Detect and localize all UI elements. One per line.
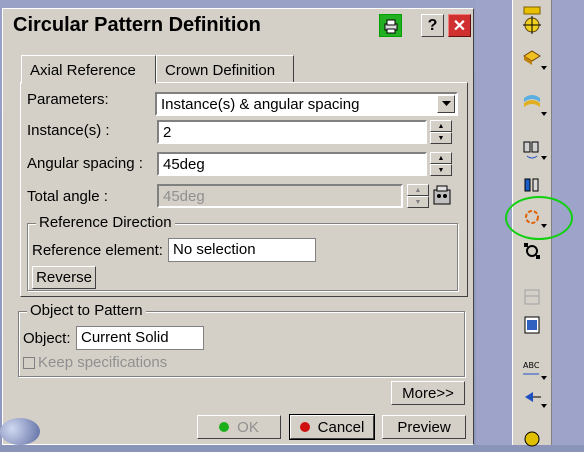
pocket-icon[interactable]	[519, 12, 545, 38]
chevron-down-icon[interactable]	[437, 95, 455, 113]
ok-dot-icon	[219, 422, 230, 432]
object-to-pattern-group: Object to Pattern Object: Current Solid …	[18, 302, 465, 377]
cancel-label: Cancel	[317, 418, 365, 436]
instances-field[interactable]: 2	[157, 120, 427, 144]
cancel-dot-icon	[299, 422, 310, 432]
instances-spinner[interactable]: ▲ ▼	[430, 120, 452, 144]
material-icon[interactable]	[519, 426, 545, 452]
spin-down-icon[interactable]: ▼	[430, 164, 452, 176]
parameters-label: Parameters:	[27, 91, 109, 108]
compass-icon	[0, 418, 40, 445]
reference-element-label: Reference element:	[32, 242, 163, 259]
more-button[interactable]: More>>	[391, 381, 465, 405]
total-angle-spinner: ▲ ▼	[407, 184, 429, 208]
mirror-icon[interactable]	[519, 88, 545, 114]
spin-down-icon: ▼	[407, 196, 429, 208]
reference-direction-group: Reference Direction Reference element: N…	[27, 214, 458, 291]
ok-button[interactable]: OK	[197, 415, 281, 439]
thickness-icon[interactable]	[519, 284, 545, 310]
reverse-button[interactable]: Reverse	[32, 266, 96, 289]
print-icon	[384, 19, 397, 33]
object-field[interactable]: Current Solid	[76, 326, 204, 350]
keep-specifications-checkbox[interactable]	[23, 357, 35, 369]
spin-down-icon[interactable]: ▼	[430, 132, 452, 144]
scale-icon[interactable]	[519, 238, 545, 264]
preview-button[interactable]: Preview	[382, 415, 466, 439]
title-bar: Circular Pattern Definition ? ✕	[3, 9, 473, 41]
close-button[interactable]: ✕	[448, 14, 471, 37]
object-label: Object:	[23, 330, 71, 347]
instances-label: Instance(s) :	[27, 122, 110, 139]
user-pattern-icon[interactable]	[519, 172, 545, 198]
ok-label: OK	[237, 418, 259, 436]
reference-element-field[interactable]: No selection	[168, 238, 316, 262]
help-button[interactable]: ?	[421, 14, 444, 37]
keep-specifications-label: Keep specifications	[38, 354, 168, 371]
svg-text:ABC: ABC	[523, 361, 540, 370]
spin-up-icon: ▲	[407, 184, 429, 196]
tab-crown-definition[interactable]: Crown Definition	[156, 55, 294, 83]
total-angle-field: 45deg	[157, 184, 403, 208]
reference-direction-title: Reference Direction	[36, 214, 175, 231]
circular-pattern-dialog: Circular Pattern Definition ? ✕ Axial Re…	[2, 8, 474, 445]
angular-spacing-field[interactable]: 45deg	[157, 152, 427, 176]
spin-up-icon[interactable]: ▲	[430, 152, 452, 164]
dialog-title: Circular Pattern Definition	[13, 14, 261, 36]
angular-spacing-label: Angular spacing :	[27, 155, 143, 172]
tab-axial-reference[interactable]: Axial Reference	[21, 55, 156, 84]
parameters-select-value: Instance(s) & angular spacing	[161, 96, 360, 113]
axial-reference-panel: Parameters: Instance(s) & angular spacin…	[20, 82, 468, 297]
cancel-button[interactable]: Cancel	[289, 414, 375, 440]
highlight-ellipse	[505, 196, 573, 240]
total-angle-label: Total angle :	[27, 188, 108, 205]
print-button[interactable]	[379, 14, 402, 37]
angular-spacing-spinner[interactable]: ▲ ▼	[430, 152, 452, 176]
annotation-icon[interactable]	[519, 312, 545, 338]
spin-up-icon[interactable]: ▲	[430, 120, 452, 132]
formula-icon[interactable]	[431, 184, 455, 208]
parameters-select[interactable]: Instance(s) & angular spacing	[155, 92, 458, 116]
object-to-pattern-title: Object to Pattern	[27, 302, 146, 319]
